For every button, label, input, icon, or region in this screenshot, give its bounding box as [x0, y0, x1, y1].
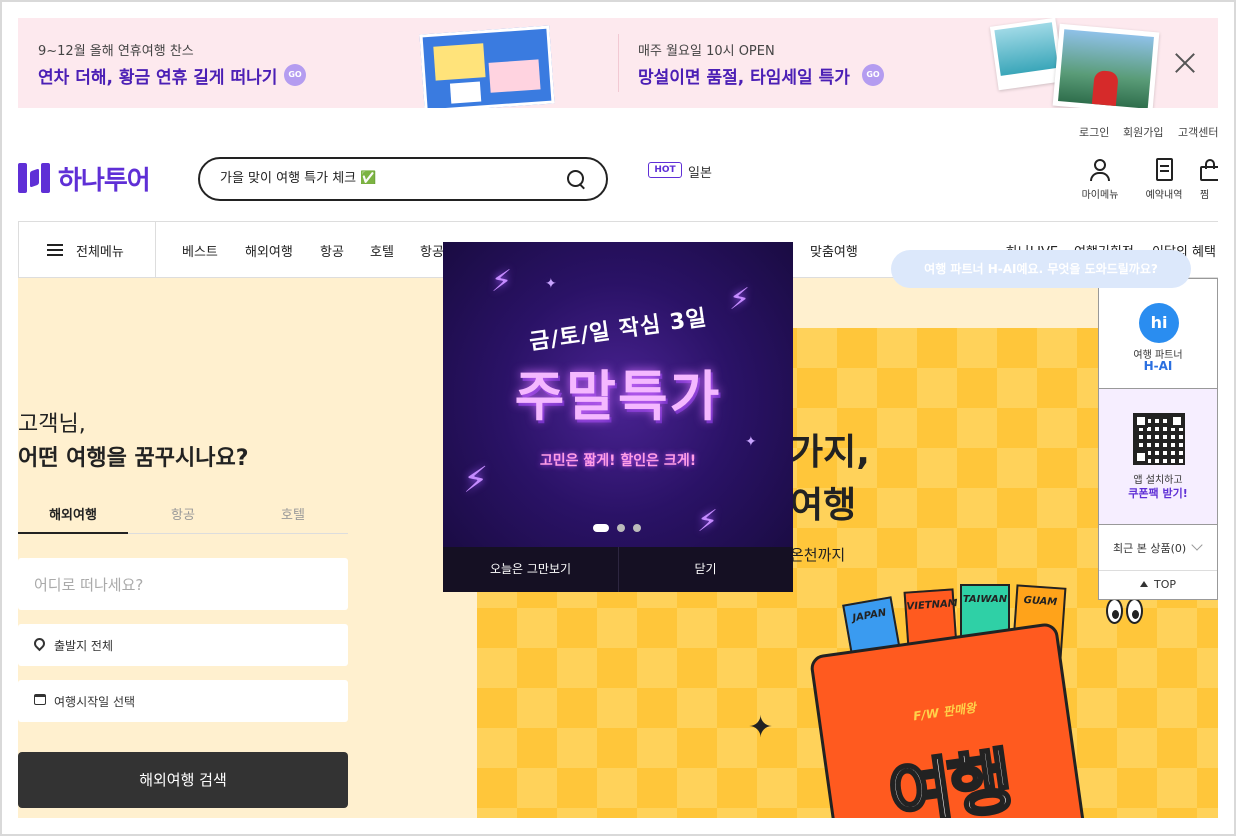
departure-label: 출발지 전체	[54, 639, 114, 653]
weekend-sale-popup[interactable]: ⚡ ⚡ ⚡ ⚡ ✦ ✦ 금/토/일 작심 3일 주말특가 고민은 짧게! 할인은…	[443, 242, 793, 592]
carousel-dot[interactable]	[633, 524, 641, 532]
person-icon	[1088, 158, 1112, 182]
sparkle-icon: ✦	[745, 434, 757, 450]
nav-hotel[interactable]: 호텔	[370, 241, 394, 260]
scroll-top-button[interactable]: TOP	[1099, 571, 1217, 599]
hero-greeting: 고객님,	[18, 412, 86, 437]
search-tabs: 해외여행 항공 호텔	[18, 500, 348, 534]
ai-label-2: H-AI	[1143, 359, 1173, 373]
popup-close-button[interactable]: 닫기	[618, 547, 793, 592]
close-banner-icon[interactable]	[1170, 48, 1200, 78]
photo-polaroid-2	[1052, 23, 1160, 108]
location-pin-icon	[31, 635, 48, 652]
tab-air[interactable]: 항공	[128, 504, 238, 523]
ai-chat-icon: hi	[1139, 303, 1179, 343]
photo-polaroid-1	[989, 18, 1065, 91]
promo-right[interactable]: 매주 월요일 10시 OPEN 망설이면 품절, 타임세일 특가 GO	[618, 18, 1168, 108]
nav-air-hotel[interactable]: 항공	[420, 241, 444, 260]
signup-link[interactable]: 회원가입	[1123, 124, 1163, 140]
app-coupon-qr[interactable]: 앱 설치하고 쿠폰팩 받기!	[1099, 389, 1217, 525]
popup-big-text: 주말특가	[514, 365, 722, 428]
top-promo-banner: 9~12월 올해 연휴여행 찬스 연차 더해, 황금 연휴 길게 떠나기 GO …	[18, 18, 1218, 108]
reservation-label: 예약내역	[1145, 190, 1183, 201]
lightning-icon: ⚡	[491, 264, 513, 299]
login-link[interactable]: 로그인	[1079, 124, 1109, 140]
departure-select[interactable]: 출발지 전체	[18, 624, 348, 666]
carousel-dots	[593, 522, 653, 532]
side-quick-panel: hi 여행 파트너 H-AI 앱 설치하고 쿠폰팩 받기! 최근 본 상품(0)…	[1098, 278, 1218, 600]
calendar-icon	[34, 694, 46, 705]
promo-left-title: 연차 더해, 황금 연휴 길게 떠나기	[38, 68, 278, 88]
chevron-down-icon	[1191, 539, 1203, 551]
promo-left[interactable]: 9~12월 올해 연휴여행 찬스 연차 더해, 황금 연휴 길게 떠나기 GO	[18, 18, 618, 108]
mymenu-button[interactable]: 마이메뉴	[1070, 158, 1130, 202]
hot-keyword-ticker[interactable]: HOT 일본	[648, 160, 738, 190]
star-icon: ✦	[748, 710, 774, 745]
tab-hotel[interactable]: 호텔	[238, 504, 348, 523]
popup-sub-text: 고민은 짧게! 할인은 크게!	[539, 453, 697, 469]
bag-icon	[1198, 158, 1218, 182]
all-menu-label: 전체메뉴	[76, 245, 124, 260]
logo-mark-icon	[18, 163, 50, 193]
book-big-text: 여행	[882, 738, 1016, 818]
hero-question: 어떤 여행을 꿈꾸시나요?	[18, 446, 249, 471]
date-label: 여행시작일 선택	[54, 695, 136, 709]
nav-air[interactable]: 항공	[320, 241, 344, 260]
logo[interactable]: 하나투어	[18, 162, 151, 196]
carousel-dot-active[interactable]	[593, 524, 609, 532]
nav-best[interactable]: 베스트	[182, 241, 218, 260]
date-select[interactable]: 여행시작일 선택	[18, 680, 348, 722]
search-box[interactable]	[198, 157, 608, 201]
dont-show-today-button[interactable]: 오늘은 그만보기	[443, 547, 618, 592]
nav-custom-travel[interactable]: 맞춤여행	[810, 241, 858, 260]
popup-footer: 오늘은 그만보기 닫기	[443, 547, 793, 592]
go-badge: GO	[862, 64, 884, 86]
hero-main-subtitle: 온천까지	[790, 546, 846, 564]
mymenu-label: 마이메뉴	[1081, 190, 1119, 201]
wishlist-button[interactable]: 찜	[1194, 158, 1218, 202]
lightning-icon: ⚡	[697, 504, 719, 539]
recent-products-label: 최근 본 상품(0)	[1113, 542, 1187, 555]
recent-products-button[interactable]: 최근 본 상품(0)	[1099, 525, 1217, 571]
document-icon	[1152, 158, 1176, 182]
promo-right-sub: 매주 월요일 10시 OPEN	[638, 44, 775, 59]
reservation-button[interactable]: 예약내역	[1134, 158, 1194, 202]
hero-main-title-line1: 가지,	[790, 432, 870, 473]
sparkle-icon: ✦	[545, 276, 557, 292]
qr-code-icon	[1133, 413, 1185, 465]
qr-label-1: 앱 설치하고	[1133, 475, 1183, 486]
go-badge: GO	[284, 64, 306, 86]
overseas-search-button[interactable]: 해외여행 검색	[18, 752, 348, 808]
hot-keyword: 일본	[688, 166, 712, 181]
tab-overseas[interactable]: 해외여행	[18, 504, 128, 534]
eyes-icon	[1106, 598, 1146, 628]
destination-field[interactable]: 어디로 떠나세요?	[18, 558, 348, 610]
ai-greeting-bubble[interactable]: 여행 파트너 H-AI예요. 무엇을 도와드릴까요?	[891, 250, 1191, 288]
hot-badge: HOT	[648, 162, 682, 178]
carousel-dot[interactable]	[617, 524, 625, 532]
search-icon[interactable]	[566, 169, 588, 191]
customer-center-link[interactable]: 고객센터	[1178, 124, 1218, 140]
all-menu-button[interactable]: 전체메뉴	[18, 222, 156, 277]
promo-right-title: 망설이면 품절, 타임세일 특가	[638, 68, 850, 88]
search-input[interactable]	[220, 169, 550, 184]
promo-left-sub: 9~12월 올해 연휴여행 찬스	[38, 44, 194, 59]
hero-main-title-line2: 여행	[790, 485, 857, 526]
ai-partner-button[interactable]: hi 여행 파트너 H-AI	[1099, 279, 1217, 389]
nav-overseas[interactable]: 해외여행	[245, 241, 293, 260]
hamburger-icon	[47, 244, 63, 256]
qr-label-2: 쿠폰팩 받기!	[1128, 487, 1188, 500]
wishlist-label: 찜	[1200, 190, 1210, 201]
logo-text: 하나투어	[58, 165, 151, 196]
arrow-up-icon	[1139, 581, 1148, 587]
promo-map-illustration	[419, 25, 555, 108]
top-label: TOP	[1153, 578, 1176, 591]
